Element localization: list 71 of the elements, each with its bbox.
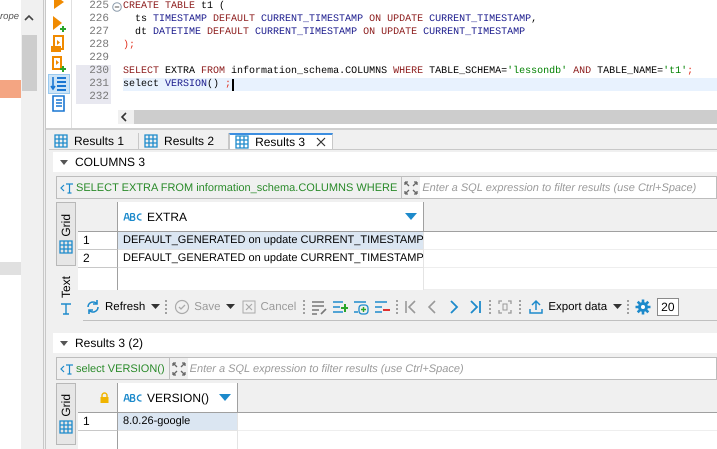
sort-icon[interactable] xyxy=(219,394,231,402)
refresh-button[interactable]: Refresh xyxy=(83,298,148,316)
code-line: select VERSION() ; xyxy=(123,78,232,91)
code-line: CREATE TABLE t1 ( xyxy=(123,0,226,13)
sql-text-icon xyxy=(60,182,74,194)
view-tab[interactable]: Grid xyxy=(56,383,76,446)
dropdown-icon[interactable] xyxy=(612,302,622,310)
expand-icon[interactable] xyxy=(402,176,420,199)
expanded-icon[interactable] xyxy=(59,157,69,167)
line-number: 225 xyxy=(88,0,110,13)
collapse-icon[interactable] xyxy=(112,2,122,12)
text-icon xyxy=(59,302,73,316)
grid-icon xyxy=(59,240,73,254)
line-number: 229 xyxy=(88,52,110,65)
expand-icon[interactable] xyxy=(170,357,188,380)
table-cell[interactable]: 8.0.26-google xyxy=(118,413,238,432)
row-number: 2 xyxy=(78,250,118,268)
row-number: 1 xyxy=(78,413,118,432)
upload-icon xyxy=(528,298,544,314)
line-number: 231 xyxy=(76,78,111,91)
line-number: 230 xyxy=(76,65,111,78)
check-circle-icon xyxy=(174,298,190,314)
settings-icon[interactable] xyxy=(634,298,652,316)
query-text[interactable]: select VERSION() xyxy=(56,357,170,380)
code-line: SELECT EXTRA FROM information_schema.COLUMNS WHERE TABLE_SCHEMA='lessondb' AND TABLE_NAME='t1'; xyxy=(123,65,694,78)
column-header[interactable]: VERSION() xyxy=(118,383,238,412)
scrollbar-thumb[interactable] xyxy=(22,35,36,91)
section-title: COLUMNS 3 xyxy=(75,155,146,169)
close-icon[interactable] xyxy=(315,136,328,148)
row-number: 1 xyxy=(78,232,118,250)
scroll-up-icon[interactable] xyxy=(24,14,34,21)
sql-text-icon xyxy=(60,362,74,375)
row-highlight xyxy=(0,262,21,275)
dropdown-icon[interactable] xyxy=(226,302,236,310)
view-tab[interactable]: Grid xyxy=(56,202,76,266)
expanded-icon[interactable] xyxy=(59,338,69,348)
refresh-icon xyxy=(85,298,101,314)
line-number: 227 xyxy=(88,26,110,39)
scrollbar-thumb[interactable] xyxy=(134,110,717,124)
section-title: Results 3 (2) xyxy=(75,336,144,350)
filter-field[interactable]: Enter a SQL expression to filter results (use Ctrl+Space) xyxy=(188,357,717,380)
fetch-size-field[interactable]: 20 xyxy=(657,298,680,316)
text-type-icon xyxy=(123,394,143,402)
view-tab[interactable]: Text xyxy=(56,271,76,322)
selected-row-highlight xyxy=(0,80,21,98)
table-icon xyxy=(235,135,250,149)
sort-icon[interactable] xyxy=(405,213,417,220)
table-cell[interactable]: DEFAULT_GENERATED on update CURRENT_TIMESTAMP xyxy=(118,232,424,250)
list-icon[interactable] xyxy=(49,75,69,93)
record-view-icon[interactable] xyxy=(496,298,514,316)
table-icon xyxy=(54,134,68,148)
dropdown-icon[interactable] xyxy=(150,302,160,310)
line-number: 232 xyxy=(76,91,111,104)
line-number: 226 xyxy=(88,13,110,26)
list-item-text: rope xyxy=(0,10,20,23)
code-line: ts TIMESTAMP DEFAULT CURRENT_TIMESTAMP ON UPDATE CURRENT_TIMESTAMP, xyxy=(134,13,538,26)
results-tab[interactable]: Results 3 xyxy=(229,133,334,149)
text-type-icon xyxy=(123,212,143,220)
grid-icon xyxy=(59,420,73,434)
cancel-icon xyxy=(240,298,256,314)
filter-field[interactable]: Enter a SQL expression to filter results (use Ctrl+Space) xyxy=(420,176,717,199)
table-icon xyxy=(144,134,158,148)
code-line: ); xyxy=(123,39,136,52)
text-cursor xyxy=(232,78,234,90)
script-plus-icon[interactable] xyxy=(49,55,69,73)
column-header[interactable]: EXTRA xyxy=(118,202,424,231)
code-line: dt DATETIME DEFAULT CURRENT_TIMESTAMP ON UPDATE CURRENT_TIMESTAMP xyxy=(134,26,526,39)
line-number: 228 xyxy=(88,39,110,52)
table-cell[interactable]: DEFAULT_GENERATED on update CURRENT_TIMESTAMP xyxy=(118,250,424,268)
query-text[interactable]: SELECT EXTRA FROM information_schema.COLUMNS WHERE xyxy=(56,176,402,199)
export-button[interactable]: Export data xyxy=(526,298,610,316)
